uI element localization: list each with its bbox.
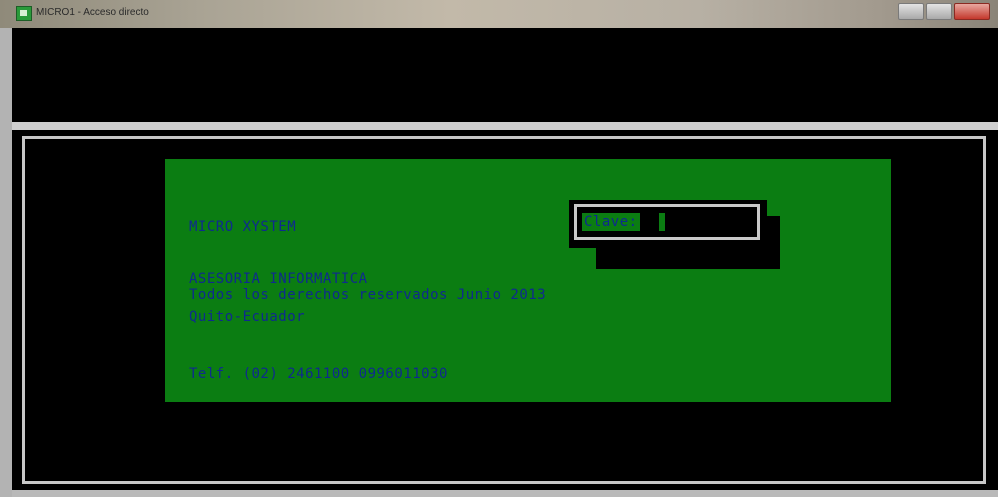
rights-text: Todos los derechos reservados Junio 2013 [189, 287, 547, 303]
window-frame-left [0, 28, 12, 497]
console-top-area [12, 28, 998, 122]
window-controls [898, 3, 990, 20]
system-name-text: MICRO XYSTEM [189, 219, 297, 235]
text-cursor [659, 213, 665, 231]
console-separator [12, 122, 998, 130]
window-title: MICRO1 - Acceso directo [36, 7, 149, 18]
phone-text: Telf. (02) 2461100 0996011030 [189, 366, 448, 382]
password-field[interactable]: Clave: [574, 204, 760, 240]
password-label: Clave: [582, 213, 640, 231]
console-app-icon[interactable] [16, 6, 32, 21]
close-button[interactable] [954, 3, 990, 20]
minimize-button[interactable] [898, 3, 924, 20]
company-text: ASESORIA INFORMATICA [189, 271, 368, 287]
location-text: Quito-Ecuador [189, 309, 306, 325]
title-bar[interactable]: MICRO1 - Acceso directo [0, 0, 998, 28]
maximize-button[interactable] [926, 3, 952, 20]
